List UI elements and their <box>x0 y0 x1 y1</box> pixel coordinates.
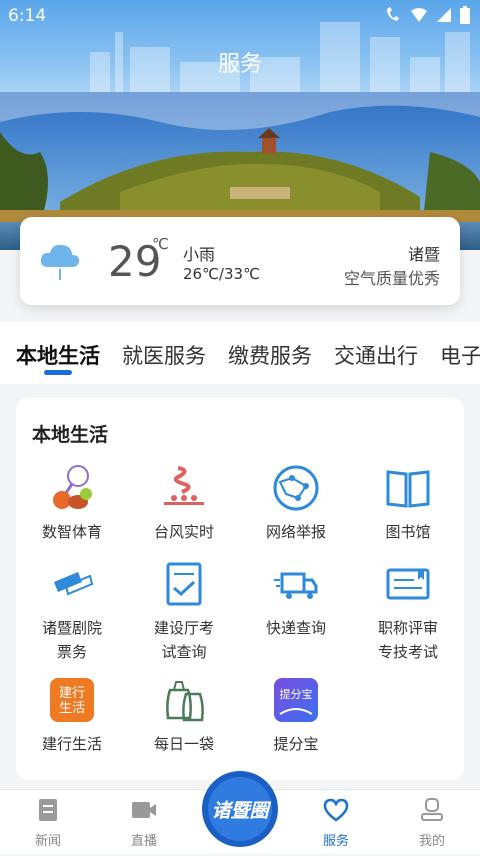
service-label: 每日一袋 <box>153 735 214 753</box>
open-book-icon <box>386 470 430 508</box>
news-icon <box>39 799 57 821</box>
network-globe-icon <box>273 465 319 511</box>
service-exam-query[interactable]: 建设厅考 试查询 <box>128 560 240 664</box>
service-label: 台风实时 <box>153 523 214 541</box>
service-report[interactable]: 网络举报 <box>240 464 352 544</box>
service-label: 数智体育 <box>41 523 102 541</box>
service-label: 网络举报 <box>265 523 326 541</box>
tab-payment[interactable]: 缴费服务 <box>228 340 312 370</box>
panel-title: 本地生活 <box>32 424 109 446</box>
service-theater[interactable]: 诸暨剧院 票务 <box>16 560 128 664</box>
tab-local-life[interactable]: 本地生活 <box>16 340 100 370</box>
certificate-icon <box>386 568 430 600</box>
service-ccb-life[interactable]: 建行 生活 建行生活 <box>16 676 128 756</box>
nav-live[interactable]: 直播 <box>96 798 192 849</box>
status-time: 6:14 <box>8 6 47 26</box>
video-icon <box>132 802 156 818</box>
service-label: 诸暨剧院 票务 <box>41 619 102 661</box>
profile-icon <box>421 798 443 821</box>
tab-electronic[interactable]: 电子 <box>440 340 480 370</box>
air-quality: 空气质量优秀 <box>343 269 440 288</box>
service-library[interactable]: 图书馆 <box>352 464 464 544</box>
service-label: 建设厅考 试查询 <box>153 619 214 661</box>
category-tabs: 本地生活 就医服务 缴费服务 交通出行 电子 <box>0 322 480 384</box>
weather-card[interactable]: 29 ℃ 小雨 26℃/33℃ 诸暨 空气质量优秀 <box>20 217 460 305</box>
document-check-icon <box>166 562 202 606</box>
battery-icon <box>460 6 470 24</box>
service-label: 图书馆 <box>385 523 431 541</box>
recycle-bag-icon <box>166 681 204 722</box>
sports-balls-icon <box>53 465 92 509</box>
nav-service[interactable]: 服务 <box>288 798 384 849</box>
svg-text:建行: 建行 <box>59 686 85 701</box>
service-tifenbao[interactable]: 提分宝 提分宝 <box>240 676 352 756</box>
nav-news[interactable]: 新闻 <box>0 798 96 849</box>
cloud-rain-icon <box>40 244 80 280</box>
tab-medical[interactable]: 就医服务 <box>122 340 206 370</box>
page-title: 服务 <box>217 52 262 77</box>
tifenbao-icon: 提分宝 <box>274 678 318 722</box>
city-name: 诸暨 <box>407 245 440 264</box>
typhoon-icon <box>164 466 204 505</box>
service-label: 建行生活 <box>41 735 102 753</box>
nav-profile[interactable]: 我的 <box>384 798 480 849</box>
center-logo-button[interactable]: 诸暨圈 <box>195 766 285 852</box>
service-typhoon[interactable]: 台风实时 <box>128 464 240 544</box>
service-title-review[interactable]: 职称评审 专技考试 <box>352 560 464 664</box>
tab-indicator <box>44 370 72 375</box>
svg-text:提分宝: 提分宝 <box>280 687 313 701</box>
service-label: 职称评审 专技考试 <box>377 619 438 661</box>
signal-icon <box>437 8 451 22</box>
tab-transport[interactable]: 交通出行 <box>334 340 418 370</box>
center-logo-text: 诸暨圈 <box>211 800 269 822</box>
svg-text:生活: 生活 <box>59 701 85 716</box>
heart-icon <box>323 798 349 822</box>
local-life-panel: 本地生活 数智体育 台风实时 网络举报 图书馆 诸暨剧院 票务 建设厅考 试查询… <box>16 398 464 780</box>
theater-tickets-icon <box>54 572 94 596</box>
weather-condition: 小雨 <box>183 245 216 264</box>
service-sports[interactable]: 数智体育 <box>16 464 128 544</box>
service-daily-bag[interactable]: 每日一袋 <box>128 676 240 756</box>
temperature-unit: ℃ <box>152 235 169 253</box>
temperature-range: 26℃/33℃ <box>183 265 260 283</box>
service-label: 快递查询 <box>265 619 326 637</box>
wifi-icon <box>411 8 427 22</box>
wifi-call-icon <box>387 7 399 21</box>
ccb-life-icon: 建行 生活 <box>50 678 94 722</box>
status-bar: 6:14 <box>0 0 480 34</box>
service-express[interactable]: 快递查询 <box>240 560 352 640</box>
delivery-truck-icon <box>274 572 318 599</box>
service-label: 提分宝 <box>273 735 319 753</box>
